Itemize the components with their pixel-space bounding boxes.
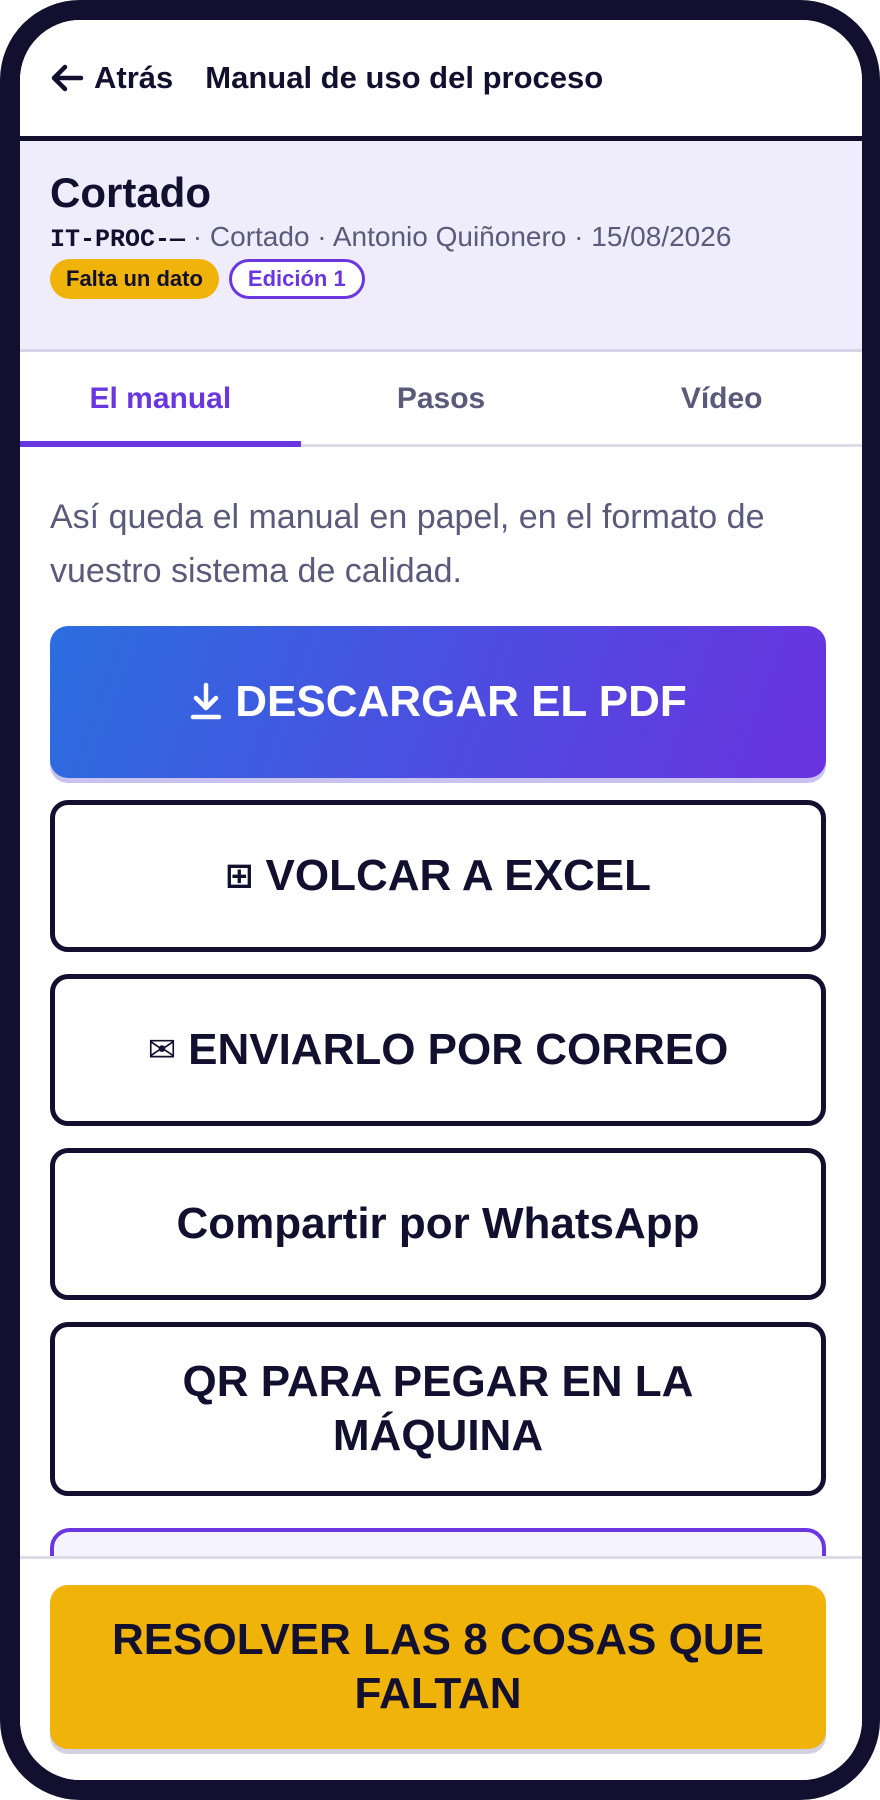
export-excel-label: VOLCAR A EXCEL	[265, 851, 651, 900]
envelope-icon: ✉	[147, 1031, 177, 1069]
intro-text: Así queda el manual en papel, en el form…	[50, 498, 765, 590]
missing-data-badge: Falta un dato	[50, 259, 219, 299]
grid-icon: ⊞	[225, 857, 254, 895]
qr-machine-button[interactable]: QR PARA PEGAR EN LA MÁQUINA	[50, 1322, 826, 1496]
page-title: Manual de uso del proceso	[205, 60, 604, 95]
qr-machine-label: QR PARA PEGAR EN LA MÁQUINA	[182, 1357, 694, 1460]
resolve-missing-label: RESOLVER LAS 8 COSAS QUE FALTAN	[112, 1615, 764, 1718]
tab-steps[interactable]: Pasos	[301, 352, 582, 444]
process-meta: IT-PROC-— · Cortado · Antonio Quiñonero …	[50, 221, 731, 254]
back-button[interactable]: Atrás	[50, 60, 173, 96]
process-code: IT-PROC-—	[50, 225, 186, 254]
app-screen: Atrás Manual de uso del proceso Cortado …	[20, 20, 862, 1780]
status-badges: Falta un dato Edición 1	[50, 259, 365, 299]
tab-manual[interactable]: El manual	[20, 352, 301, 447]
device-frame: Atrás Manual de uso del proceso Cortado …	[0, 0, 880, 1800]
process-name: Cortado	[50, 169, 211, 216]
top-bar: Atrás Manual de uso del proceso	[20, 20, 862, 141]
download-pdf-button[interactable]: DESCARGAR EL PDF	[50, 626, 826, 778]
arrow-left-icon	[51, 64, 84, 92]
share-whatsapp-label: Compartir por WhatsApp	[176, 1199, 700, 1248]
send-email-label: ENVIARLO POR CORREO	[188, 1025, 729, 1074]
export-excel-button[interactable]: ⊞ VOLCAR A EXCEL	[50, 800, 826, 952]
send-email-button[interactable]: ✉ ENVIARLO POR CORREO	[50, 974, 826, 1126]
tab-bar: El manual Pasos Vídeo	[20, 352, 862, 447]
process-meta-details: · Cortado · Antonio Quiñonero · 15/08/20…	[185, 221, 732, 252]
download-icon	[191, 682, 222, 720]
process-summary: Cortado IT-PROC-— · Cortado · Antonio Qu…	[20, 141, 862, 352]
download-pdf-label: DESCARGAR EL PDF	[235, 677, 687, 726]
tab-video[interactable]: Vídeo	[581, 352, 862, 444]
bottom-action-bar: RESOLVER LAS 8 COSAS QUE FALTAN	[20, 1556, 862, 1780]
share-whatsapp-button[interactable]: Compartir por WhatsApp	[50, 1148, 826, 1300]
back-label: Atrás	[94, 60, 174, 95]
resolve-missing-button[interactable]: RESOLVER LAS 8 COSAS QUE FALTAN	[50, 1585, 826, 1749]
edition-badge: Edición 1	[228, 259, 365, 299]
